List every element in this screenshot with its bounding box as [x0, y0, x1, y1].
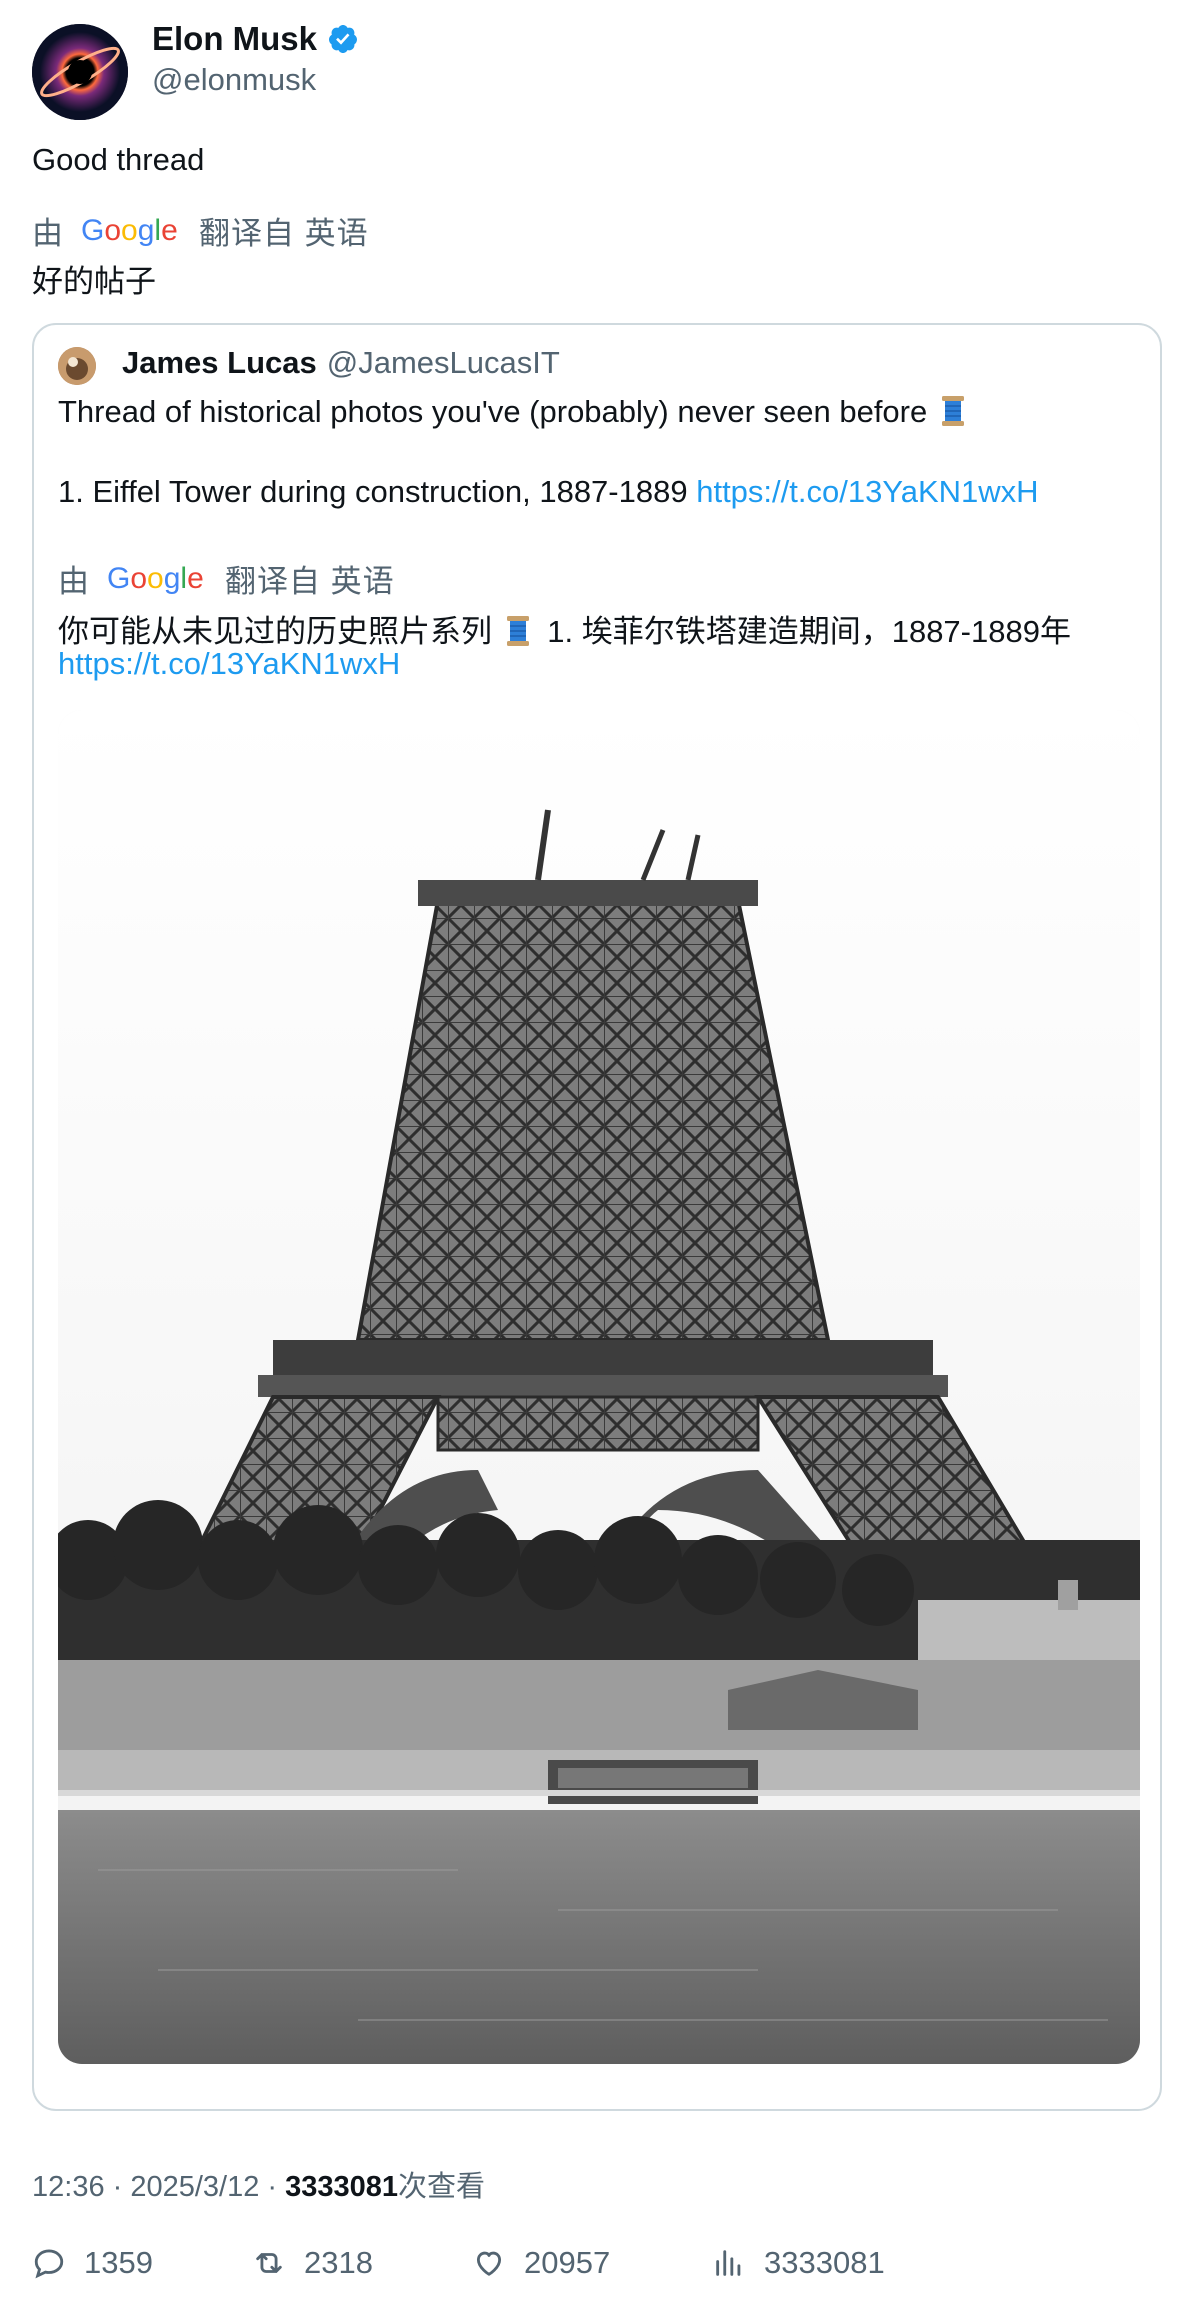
quoted-link[interactable]: https://t.co/13YaKN1wxH: [696, 474, 1038, 509]
quoted-author-handle[interactable]: @JamesLucasIT: [327, 345, 560, 380]
quoted-text-line2: 1. Eiffel Tower during construction, 188…: [58, 474, 688, 509]
repost-button[interactable]: 2318: [252, 2245, 373, 2281]
like-button[interactable]: 20957: [472, 2245, 610, 2281]
google-logo: Google: [81, 214, 178, 247]
view-count: 3333081: [285, 2171, 399, 2203]
like-count: 20957: [524, 2245, 611, 2280]
views-count: 3333081: [764, 2245, 885, 2280]
action-bar: 1359 2318 20957 3333081: [32, 2245, 1172, 2285]
reply-button[interactable]: 1359: [32, 2245, 153, 2281]
views-button[interactable]: 3333081: [712, 2245, 885, 2281]
quoted-translation-attribution: 由 Google 翻译自 英语: [58, 556, 395, 601]
translation-attribution: 由 Google 翻译自 英语: [32, 208, 369, 253]
author-name[interactable]: Elon Musk: [152, 20, 317, 58]
spool-of-thread-icon: [506, 616, 529, 646]
quoted-translated-link[interactable]: https://t.co/13YaKN1wxH: [58, 646, 400, 681]
author-avatar[interactable]: [32, 24, 128, 120]
svg-text:Google: Google: [81, 214, 178, 247]
spool-of-thread-icon: [941, 396, 964, 426]
views-icon: [716, 2250, 741, 2276]
eiffel-tower-photo[interactable]: [58, 710, 1140, 2064]
reply-icon: [34, 2249, 64, 2279]
author-handle[interactable]: @elonmusk: [152, 62, 316, 98]
quoted-translation-prefix: 由: [58, 564, 89, 599]
quoted-translated-line1b: 1. 埃菲尔铁塔建造期间，1887-1889年: [547, 614, 1071, 649]
quoted-text-line1: Thread of historical photos you've (prob…: [58, 394, 928, 429]
timestamp[interactable]: 12:36 · 2025/3/12 ·: [32, 2171, 285, 2203]
quoted-author-name[interactable]: James Lucas: [122, 345, 317, 380]
repost-icon: [256, 2253, 282, 2273]
quoted-translation-source: 翻译自 英语: [225, 564, 395, 599]
svg-text:Google: Google: [107, 562, 204, 595]
verified-badge-icon: [329, 25, 358, 53]
reply-count: 1359: [84, 2245, 153, 2280]
views-label: 次查看: [398, 2171, 486, 2203]
quoted-author-avatar[interactable]: [58, 347, 96, 385]
translation-prefix: 由: [32, 216, 63, 251]
tweet-text: Good thread: [32, 142, 205, 177]
translated-text: 好的帖子: [32, 264, 156, 299]
google-logo: Google: [107, 562, 204, 595]
quoted-translated-line1: 你可能从未见过的历史照片系列: [58, 614, 492, 649]
timestamp-and-views: 12:36 · 2025/3/12 · 3333081次查看: [32, 2163, 485, 2205]
translation-source: 翻译自 英语: [199, 216, 369, 251]
like-icon: [476, 2251, 502, 2276]
repost-count: 2318: [304, 2245, 373, 2280]
